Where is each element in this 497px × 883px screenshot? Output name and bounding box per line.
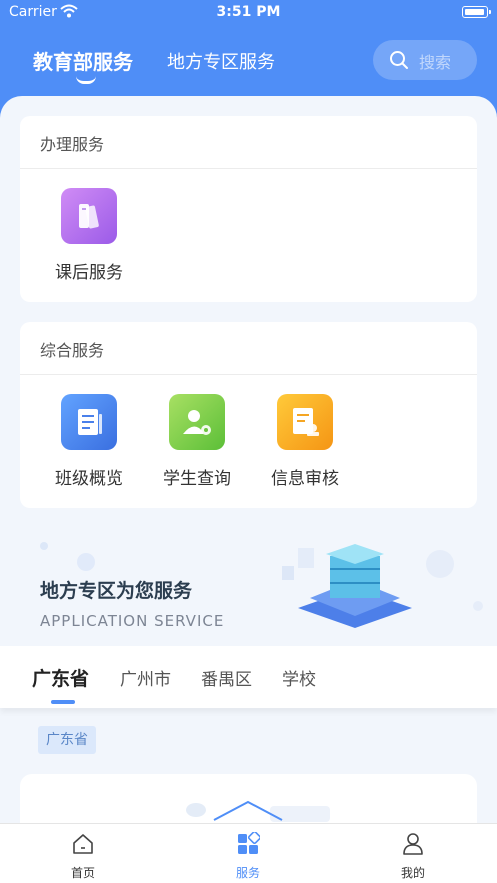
general-services-card: 综合服务 班级概览 学生查询 信息审核	[20, 322, 477, 508]
search-icon	[390, 51, 408, 69]
home-icon	[73, 834, 93, 854]
region-content-card	[20, 774, 477, 826]
province-tag: 广东省	[38, 726, 96, 754]
clock: 3:51 PM	[216, 4, 281, 20]
review-stamp-icon	[277, 394, 333, 450]
region-tabs: 广东省 广州市 番禺区 学校	[0, 646, 497, 708]
tab-guangdong[interactable]: 广东省	[32, 664, 89, 691]
service-class-overview[interactable]: 班级概览	[44, 394, 134, 489]
search-placeholder: 搜索	[419, 53, 452, 72]
local-services-banner: 地方专区为您服务 APPLICATION SERVICE	[0, 528, 497, 648]
section-title: 综合服务	[40, 341, 105, 360]
books-icon	[61, 188, 117, 244]
main-content: 办理服务 课后服务 综合服务 班级概览 学生查询 信息审核 地方专区为您服务 A…	[0, 96, 497, 826]
service-label: 班级概览	[55, 469, 123, 489]
search-box[interactable]: 搜索	[373, 40, 477, 80]
services-grid-icon	[238, 830, 262, 854]
service-label: 信息审核	[271, 469, 339, 489]
tab-services[interactable]: 服务	[213, 830, 283, 881]
section-title: 办理服务	[40, 135, 105, 154]
handling-services-card: 办理服务 课后服务	[20, 116, 477, 302]
service-info-review[interactable]: 信息审核	[260, 394, 350, 489]
banner-subtitle: APPLICATION SERVICE	[40, 612, 225, 630]
empty-illustration	[186, 800, 330, 822]
divider	[20, 168, 477, 169]
service-after-school[interactable]: 课后服务	[44, 188, 134, 283]
tab-guangzhou[interactable]: 广州市	[120, 665, 171, 690]
student-search-icon	[169, 394, 225, 450]
divider	[20, 374, 477, 375]
document-icon	[61, 394, 117, 450]
bottom-tab-bar: 首页 服务 我的	[0, 823, 497, 883]
tab-panyu[interactable]: 番禺区	[201, 665, 252, 690]
tab-ministry-services[interactable]: 教育部服务	[33, 46, 133, 75]
active-tab-indicator	[76, 76, 96, 84]
service-label: 学生查询	[163, 469, 231, 489]
tab-label: 服务	[235, 866, 260, 880]
active-tab-underline	[51, 700, 75, 704]
banner-title: 地方专区为您服务	[40, 580, 193, 602]
tab-profile[interactable]: 我的	[378, 832, 448, 881]
tab-local-services[interactable]: 地方专区服务	[167, 48, 275, 74]
status-bar: Carrier 3:51 PM	[0, 0, 497, 26]
tab-home[interactable]: 首页	[48, 832, 118, 881]
battery-icon	[462, 6, 491, 18]
tab-label: 首页	[70, 866, 95, 880]
profile-icon	[403, 833, 423, 855]
service-student-search[interactable]: 学生查询	[152, 394, 242, 489]
tab-school[interactable]: 学校	[282, 665, 316, 690]
tab-label: 我的	[400, 866, 425, 880]
service-label: 课后服务	[55, 263, 123, 283]
